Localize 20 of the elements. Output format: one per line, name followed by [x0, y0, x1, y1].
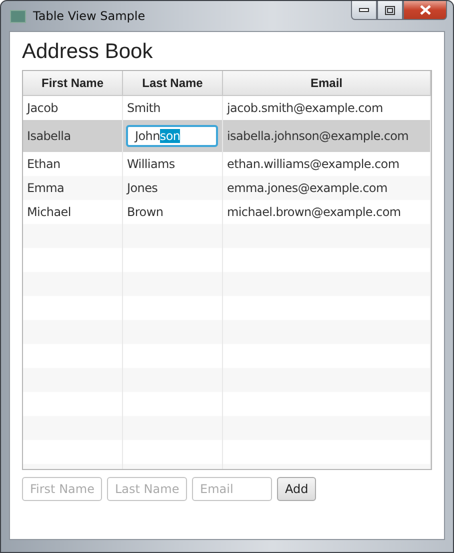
table-row[interactable]: Emma Jones emma.jones@example.com — [23, 176, 431, 200]
close-icon — [420, 5, 430, 15]
minimize-button[interactable] — [351, 1, 377, 20]
close-button[interactable] — [403, 1, 447, 20]
column-header[interactable]: Last Name — [123, 71, 223, 96]
table-row[interactable]: Jacob Smith jacob.smith@example.com — [23, 96, 431, 120]
input-field[interactable]: Email — [192, 477, 272, 501]
maximize-button[interactable] — [377, 1, 403, 20]
column-header[interactable]: Email — [223, 71, 431, 96]
table-row[interactable]: Isabella Johnson isabella.johnson@example.com — [23, 120, 431, 152]
minimize-icon — [359, 8, 369, 12]
heading: Address Book — [22, 40, 154, 64]
cell-editor[interactable]: Johnson — [126, 125, 218, 147]
add-button[interactable]: Add — [277, 477, 316, 501]
app-icon — [10, 10, 26, 22]
restore-icon — [385, 6, 395, 14]
column-header[interactable]: First Name — [23, 71, 123, 96]
input-field[interactable]: First Name — [22, 477, 102, 501]
input-field[interactable]: Last Name — [107, 477, 187, 501]
window-title: Table View Sample — [33, 9, 146, 23]
